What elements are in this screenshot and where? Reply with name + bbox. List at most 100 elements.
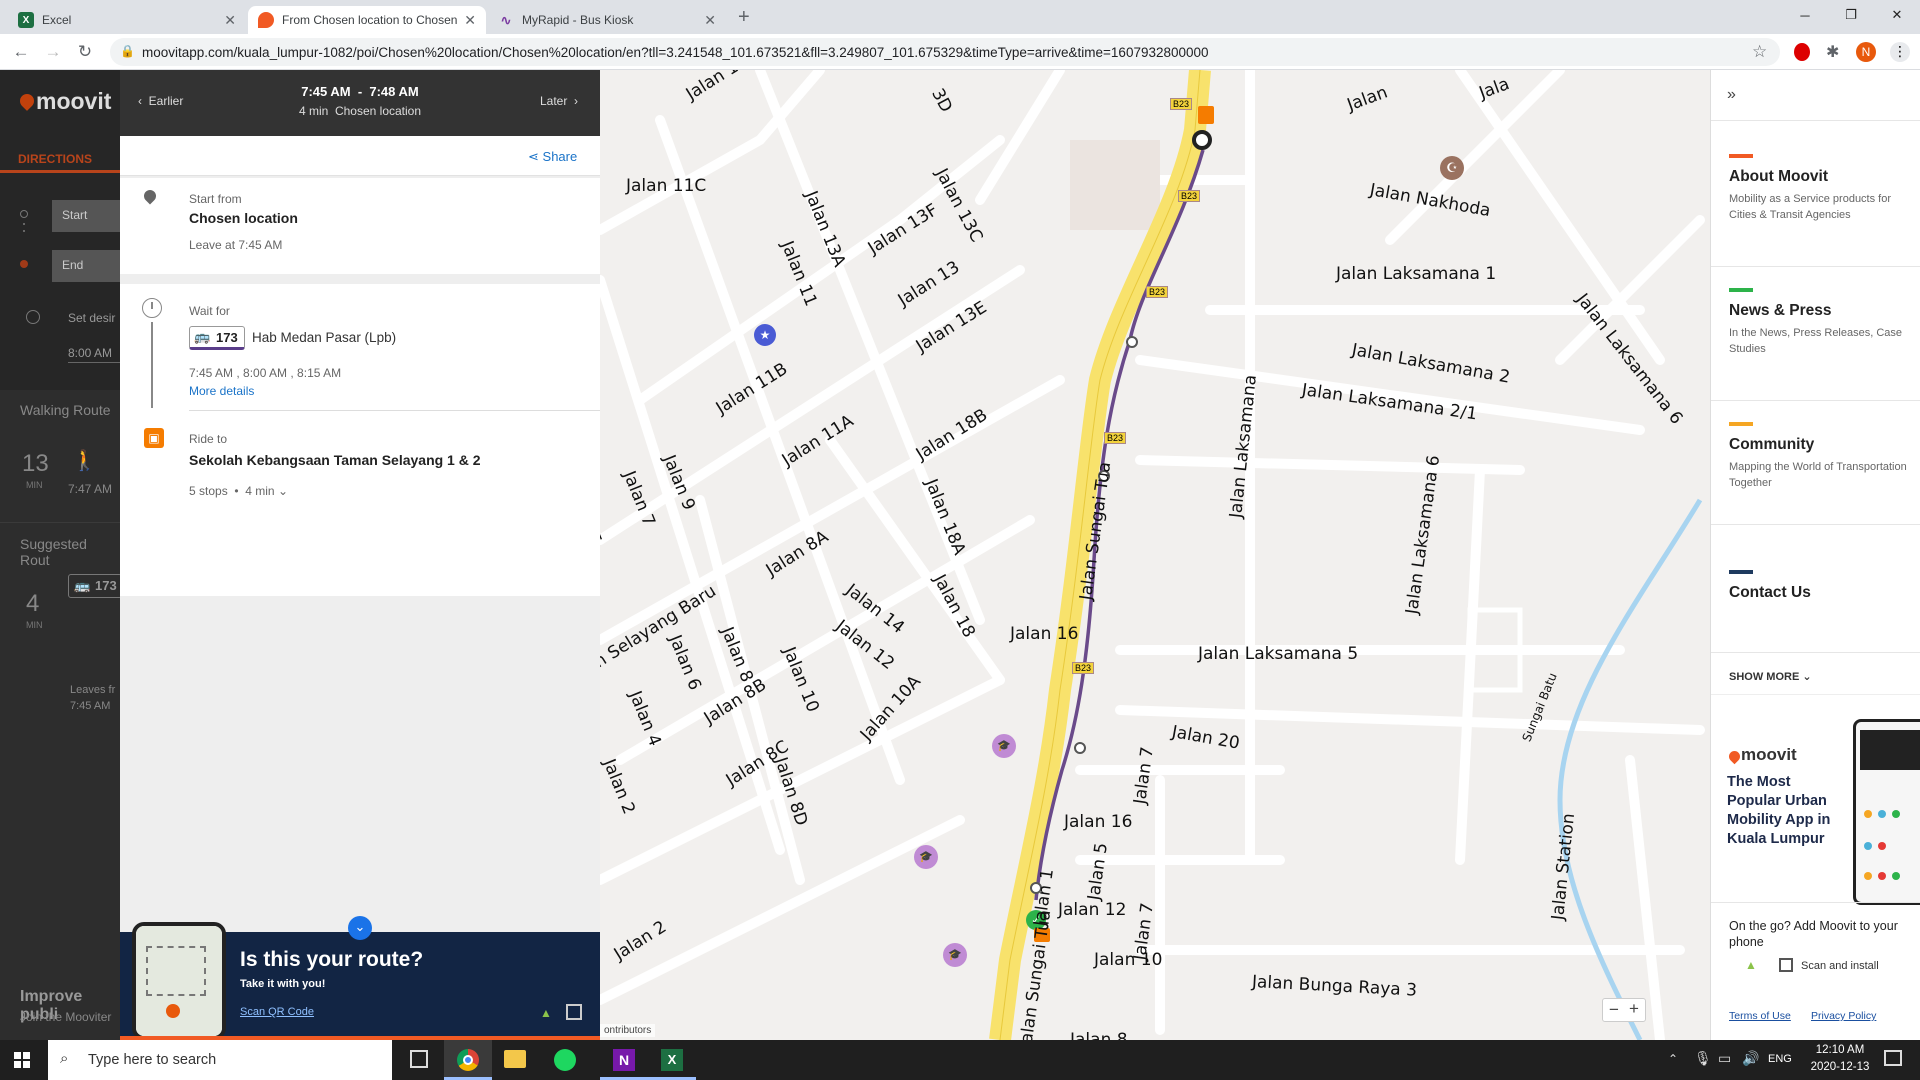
language-indicator[interactable]: ENG: [1768, 1053, 1792, 1065]
reload-icon[interactable]: ↻: [72, 39, 98, 65]
maximize-button[interactable]: ❐: [1828, 0, 1874, 30]
minimize-button[interactable]: ─: [1782, 0, 1828, 30]
trip-detail-panel: ‹ Earlier 7:45 AM - 7:48 AM 4 min Chosen…: [120, 70, 618, 1040]
spotify-icon[interactable]: [554, 1049, 576, 1071]
promo-subtitle: Take it with you!: [240, 978, 326, 990]
sidebar-section-about[interactable]: About Moovit Mobility as a Service produ…: [1729, 154, 1909, 223]
zoom-in-button[interactable]: +: [1629, 999, 1639, 1019]
mosque-poi-icon[interactable]: ☪: [1440, 156, 1464, 180]
close-window-button[interactable]: ✕: [1874, 0, 1920, 30]
menu-dots-icon[interactable]: ⋮: [1890, 42, 1910, 62]
later-button[interactable]: Later ›: [540, 94, 578, 108]
more-details-link[interactable]: More details: [189, 384, 254, 398]
ad-logo-text: moovit: [1741, 745, 1797, 764]
bus-line-badge[interactable]: 🚌 173: [189, 326, 245, 350]
url-field[interactable]: 🔒 moovitapp.com/kuala_lumpur-1082/poi/Ch…: [110, 38, 1780, 66]
route-shield: B23: [1178, 190, 1201, 202]
bus-stop-marker[interactable]: [1198, 106, 1214, 124]
tray-chevron-icon[interactable]: ⌃: [1668, 1052, 1678, 1066]
taskbar-excel[interactable]: X: [648, 1040, 696, 1080]
start-name: Chosen location: [189, 210, 298, 226]
moovit-directions-sidebar: moovit DIRECTIONS Start End Set desir 8:…: [0, 70, 120, 1040]
section-title: About Moovit: [1729, 168, 1829, 185]
map-attribution: ontributors: [600, 1024, 656, 1037]
stops-summary[interactable]: 5 stops • 4 min ⌄: [189, 484, 288, 498]
start-dot-icon: [20, 210, 28, 218]
opera-extension-icon[interactable]: [1794, 43, 1810, 61]
section-desc: In the News, Press Releases, Case Studie…: [1729, 327, 1903, 355]
sidebar-section-news[interactable]: News & Press In the News, Press Releases…: [1729, 288, 1909, 357]
school-poi-icon[interactable]: 🎓: [914, 845, 938, 869]
street-label: Jalan Laksamana 1: [1336, 264, 1497, 284]
school-poi-icon[interactable]: 🎓: [943, 943, 967, 967]
end-dot-icon: [20, 260, 28, 268]
microphone-icon[interactable]: 🎙: [1694, 1050, 1712, 1067]
trip-duration: 4 min: [298, 104, 329, 118]
zoom-out-button[interactable]: −: [1609, 1000, 1619, 1020]
task-view-icon[interactable]: [410, 1050, 428, 1068]
taskbar-search-text: Type here to search: [88, 1052, 217, 1068]
scan-install-text[interactable]: Scan and install: [1801, 960, 1879, 972]
forward-arrow-icon[interactable]: →: [40, 39, 66, 65]
start-input[interactable]: Start: [52, 200, 120, 232]
set-desired-time[interactable]: Set desir: [68, 311, 115, 325]
street-label: Jalan 16: [1064, 812, 1133, 832]
myrapid-icon: ∿: [500, 11, 512, 28]
network-icon[interactable]: ▭: [1718, 1050, 1731, 1067]
route-shield: B23: [1072, 662, 1095, 674]
close-tab-icon[interactable]: ✕: [704, 12, 716, 29]
time-select[interactable]: 8:00 AM: [68, 346, 112, 360]
clock-time[interactable]: 12:10 AM: [1800, 1044, 1880, 1056]
police-poi-icon[interactable]: ★: [754, 324, 776, 346]
end-input[interactable]: End: [52, 250, 120, 282]
directions-tab[interactable]: DIRECTIONS: [18, 152, 92, 166]
taskbar-search[interactable]: ⌕ Type here to search: [48, 1040, 392, 1080]
back-arrow-icon[interactable]: ←: [8, 39, 34, 65]
departure-times: 7:45 AM , 8:00 AM , 8:15 AM: [189, 366, 342, 380]
taskbar-onenote[interactable]: N: [600, 1040, 648, 1080]
start-marker[interactable]: [1192, 130, 1212, 150]
earlier-button[interactable]: ‹ Earlier: [138, 94, 183, 108]
profile-avatar[interactable]: N: [1856, 42, 1876, 62]
privacy-link[interactable]: Privacy Policy: [1811, 1010, 1876, 1022]
windows-start-icon[interactable]: [14, 1052, 30, 1068]
terms-link[interactable]: Terms of Use: [1729, 1010, 1791, 1022]
tab-myrapid[interactable]: ∿ MyRapid - Bus Kiosk ✕: [488, 6, 726, 34]
tab-excel[interactable]: X Excel ✕: [8, 6, 246, 34]
app-ad[interactable]: moovit The Most Popular Urban Mobility A…: [1711, 694, 1920, 905]
notification-icon[interactable]: [1884, 1050, 1902, 1066]
sidebar-section-contact[interactable]: Contact Us: [1729, 570, 1909, 607]
tab-moovit[interactable]: From Chosen location to Chosen ✕: [248, 6, 486, 34]
bus-icon: 🚌: [74, 578, 91, 593]
zoom-control: − +: [1602, 998, 1646, 1022]
collapse-promo-button[interactable]: ⌄: [348, 916, 372, 940]
walk-minutes: 13: [22, 450, 49, 477]
wait-timeline: [151, 322, 153, 408]
bookmark-star-icon[interactable]: ☆: [1752, 42, 1767, 62]
scan-qr-link[interactable]: Scan QR Code: [240, 1006, 314, 1018]
promo-title: Is this your route?: [240, 948, 424, 971]
ride-destination: Sekolah Kebangsaan Taman Selayang 1 & 2: [189, 452, 481, 468]
qr-code-icon[interactable]: [1779, 958, 1793, 972]
tab-title: Excel: [42, 13, 72, 27]
file-explorer-icon[interactable]: [504, 1050, 526, 1068]
share-button[interactable]: ⋖ Share: [528, 149, 577, 165]
taskbar-chrome[interactable]: [444, 1040, 492, 1080]
volume-icon[interactable]: 🔊: [1742, 1050, 1759, 1067]
map-view[interactable]: ✓ ★ ☪ 🎓 🎓 🎓 B23 B23 B23 B23 B23 Jalan 11…: [600, 70, 1710, 1040]
start-label: Start from: [189, 192, 242, 206]
new-tab-button[interactable]: +: [738, 6, 750, 29]
close-tab-icon[interactable]: ✕: [464, 12, 476, 29]
directions-tab-underline: [0, 170, 120, 173]
clock-icon: [26, 310, 40, 324]
close-tab-icon[interactable]: ✕: [224, 12, 236, 29]
school-poi-icon[interactable]: 🎓: [992, 734, 1016, 758]
extensions-puzzle-icon[interactable]: ✱: [1826, 42, 1839, 62]
sidebar-section-community[interactable]: Community Mapping the World of Transport…: [1729, 422, 1909, 491]
show-more-button[interactable]: SHOW MORE ⌄: [1729, 670, 1812, 683]
lock-icon: 🔒: [120, 44, 135, 58]
qr-code-icon[interactable]: [566, 1004, 582, 1020]
clock-date[interactable]: 2020-12-13: [1800, 1061, 1880, 1073]
collapse-sidebar-icon[interactable]: »: [1727, 86, 1736, 104]
section-accent: [1729, 422, 1753, 426]
